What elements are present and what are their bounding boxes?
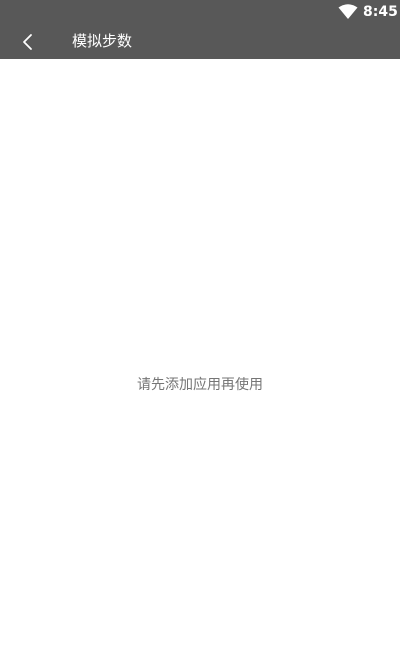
back-button[interactable] [12, 28, 44, 56]
wifi-icon [338, 4, 358, 20]
app-bar: 模拟步数 [0, 24, 400, 59]
status-time: 8:45 [363, 4, 398, 20]
page-title: 模拟步数 [72, 32, 133, 50]
main-content: 请先添加应用再使用 [0, 59, 400, 660]
empty-state-message: 请先添加应用再使用 [137, 377, 263, 393]
chevron-left-icon [22, 33, 34, 51]
status-bar: 8:45 [0, 0, 400, 24]
